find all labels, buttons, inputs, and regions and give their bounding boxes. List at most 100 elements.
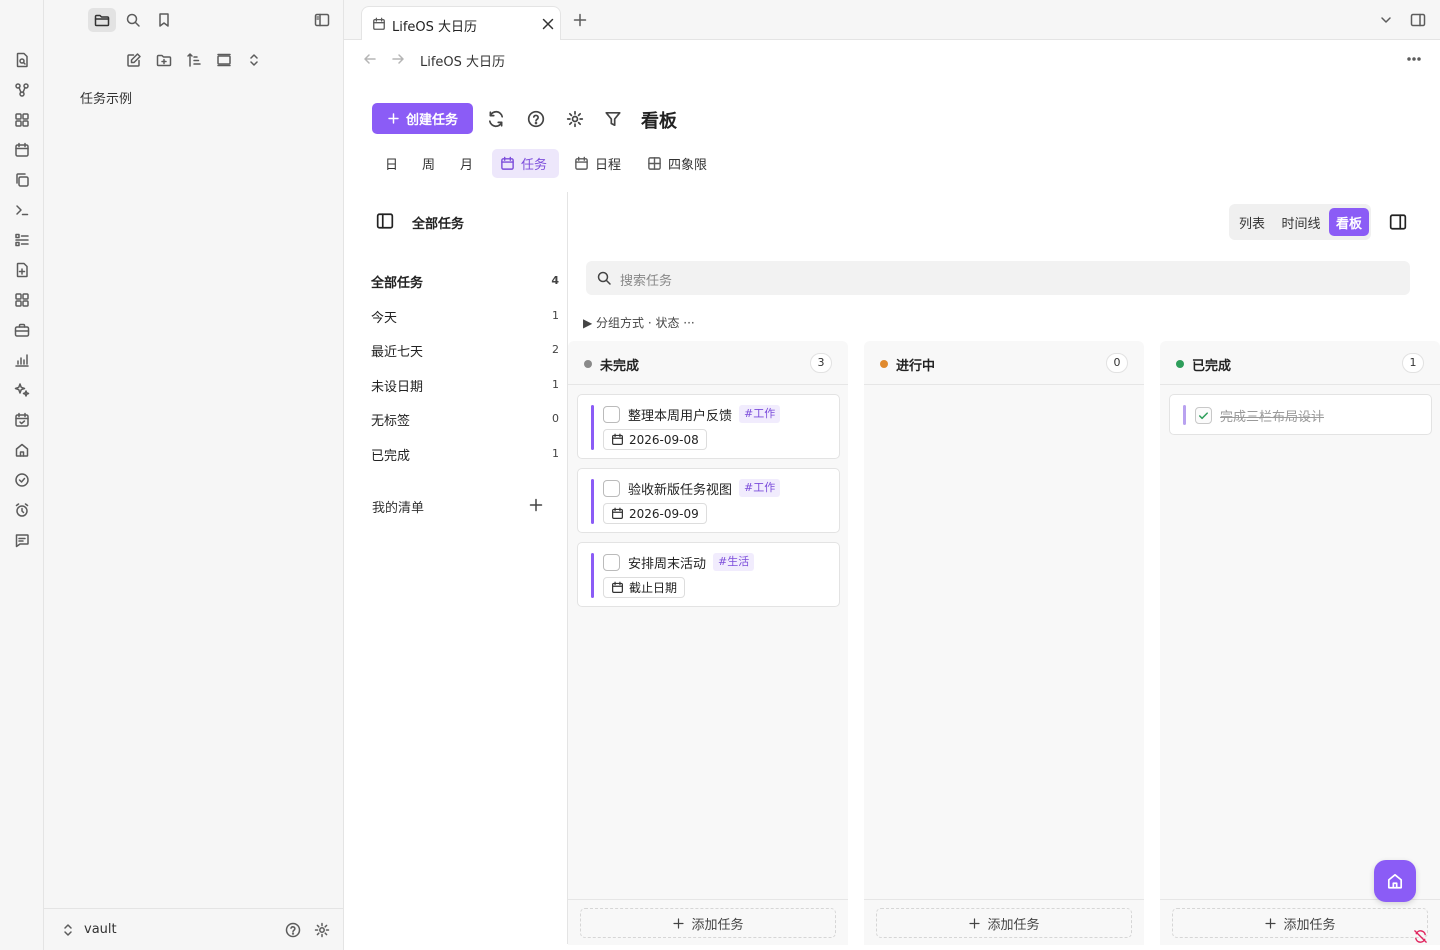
close-icon[interactable] <box>540 16 556 32</box>
copy-icon[interactable] <box>14 172 30 188</box>
help-circle-icon[interactable] <box>527 110 545 128</box>
vault-switch-icon[interactable] <box>60 922 76 938</box>
calendar-check-icon[interactable] <box>14 412 30 428</box>
add-task-button[interactable]: 添加任务 <box>1172 908 1428 938</box>
plus-icon <box>1265 917 1277 929</box>
task-tag[interactable]: #工作 <box>739 405 781 423</box>
home-icon[interactable] <box>14 442 30 458</box>
task-checkbox[interactable] <box>603 554 620 571</box>
priority-bar <box>591 405 594 450</box>
task-checkbox-checked[interactable] <box>1195 407 1212 424</box>
right-sidebar-toggle-icon[interactable] <box>1410 12 1426 28</box>
quadrant-icon <box>648 157 661 170</box>
filter-no-date[interactable]: 未设日期 1 <box>371 376 559 396</box>
refresh-icon[interactable] <box>487 110 505 128</box>
task-card[interactable]: 完成三栏布局设计 <box>1169 394 1432 435</box>
alarm-icon[interactable] <box>14 502 30 518</box>
filter-next-7-days[interactable]: 最近七天 2 <box>371 341 559 361</box>
task-date-text: 2026-09-08 <box>629 432 699 447</box>
folder-icon[interactable] <box>88 8 116 32</box>
sidebar-toggle-icon[interactable] <box>308 8 336 32</box>
file-plus-icon[interactable] <box>14 262 30 278</box>
forward-arrow-icon[interactable] <box>390 51 406 67</box>
mode-kanban[interactable]: 看板 <box>1329 208 1369 236</box>
task-date[interactable]: 2026-09-09 <box>603 503 707 524</box>
search-icon[interactable] <box>119 8 147 32</box>
graph-icon[interactable] <box>14 82 30 98</box>
check-circle-icon[interactable] <box>14 472 30 488</box>
add-task-label: 添加任务 <box>1283 917 1336 933</box>
calendar-icon[interactable] <box>14 142 30 158</box>
task-card[interactable]: 整理本周用户反馈 #工作 2026-09-08 <box>577 394 840 459</box>
mode-list[interactable]: 列表 <box>1233 208 1271 236</box>
settings-icon[interactable] <box>314 922 330 938</box>
new-note-icon[interactable] <box>122 49 146 71</box>
detail-panel-toggle-icon[interactable] <box>1389 213 1407 231</box>
collapse-icon[interactable] <box>212 49 236 71</box>
group-by-toggle[interactable]: ▶ 分组方式 · 状态 ··· <box>583 314 695 331</box>
more-options-icon[interactable] <box>1406 51 1422 67</box>
chevron-down-icon[interactable] <box>1378 12 1394 28</box>
task-title: 完成三栏布局设计 <box>1220 410 1325 425</box>
task-card[interactable]: 验收新版任务视图 #工作 2026-09-09 <box>577 468 840 533</box>
tab-day[interactable]: 日 <box>377 149 406 178</box>
chart-icon[interactable] <box>14 352 30 368</box>
filter-completed[interactable]: 已完成 1 <box>371 445 559 465</box>
tab-month[interactable]: 月 <box>452 149 481 178</box>
tab-lifeos-calendar[interactable]: LifeOS 大日历 <box>361 6 561 40</box>
briefcase-icon[interactable] <box>14 322 30 338</box>
task-search[interactable]: 搜索任务 <box>586 261 1410 295</box>
sparkles-icon[interactable] <box>14 382 30 398</box>
new-tab-icon[interactable] <box>572 12 588 28</box>
new-folder-icon[interactable] <box>152 49 176 71</box>
breadcrumb: LifeOS 大日历 <box>420 55 506 70</box>
search-icon <box>596 270 612 286</box>
vault-name[interactable]: vault <box>84 922 117 937</box>
column-todo: 未完成 3 整理本周用户反馈 #工作 2026-09-08 验收新版任务视图 #… <box>568 341 848 945</box>
task-tag[interactable]: #生活 <box>713 553 755 571</box>
task-checkbox[interactable] <box>603 480 620 497</box>
task-checkbox[interactable] <box>603 406 620 423</box>
tab-week[interactable]: 周 <box>414 149 443 178</box>
gear-icon[interactable] <box>566 110 584 128</box>
tab-tasks[interactable]: 任务 <box>492 149 559 178</box>
expand-icon[interactable] <box>242 49 266 71</box>
file-item[interactable]: 任务示例 <box>80 88 132 107</box>
filter-icon[interactable] <box>604 110 622 128</box>
filter-no-tag[interactable]: 无标签 0 <box>371 410 559 430</box>
sort-icon[interactable] <box>182 49 206 71</box>
task-date[interactable]: 2026-09-08 <box>603 429 707 450</box>
filter-all[interactable]: 全部任务 4 <box>371 272 559 292</box>
terminal-icon[interactable] <box>14 202 30 218</box>
file-search-icon[interactable] <box>14 52 30 68</box>
tab-schedule[interactable]: 日程 <box>566 149 629 178</box>
checklist-icon[interactable] <box>14 232 30 248</box>
add-list-icon[interactable] <box>528 497 544 513</box>
apps-icon[interactable] <box>14 292 30 308</box>
help-icon[interactable] <box>285 922 301 938</box>
bookmark-icon[interactable] <box>150 8 178 32</box>
add-task-button[interactable]: 添加任务 <box>580 908 836 938</box>
back-arrow-icon[interactable] <box>362 51 378 67</box>
grid-icon[interactable] <box>14 112 30 128</box>
message-icon[interactable] <box>14 532 30 548</box>
floating-home-button[interactable] <box>1374 860 1416 902</box>
filter-today[interactable]: 今天 1 <box>371 307 559 327</box>
filter-today-label: 今天 <box>371 311 398 326</box>
mode-timeline[interactable]: 时间线 <box>1275 208 1327 236</box>
tab-quadrant-label: 四象限 <box>668 158 708 173</box>
column-title: 进行中 <box>896 359 936 374</box>
column-header: 已完成 1 <box>1160 341 1440 385</box>
column-footer: 添加任务 <box>568 899 848 945</box>
panel-toggle-icon[interactable] <box>376 212 394 230</box>
task-date[interactable]: 截止日期 <box>603 577 686 598</box>
tab-quadrant[interactable]: 四象限 <box>639 149 715 178</box>
task-card[interactable]: 安排周末活动 #生活 截止日期 <box>577 542 840 607</box>
sync-off-icon[interactable] <box>1404 924 1436 948</box>
mode-timeline-label: 时间线 <box>1281 216 1321 232</box>
create-task-button[interactable]: 创建任务 <box>372 103 473 134</box>
plus-icon <box>673 917 685 929</box>
task-tag[interactable]: #工作 <box>739 479 781 497</box>
task-title: 安排周末活动 <box>628 557 707 572</box>
add-task-button[interactable]: 添加任务 <box>876 908 1132 938</box>
